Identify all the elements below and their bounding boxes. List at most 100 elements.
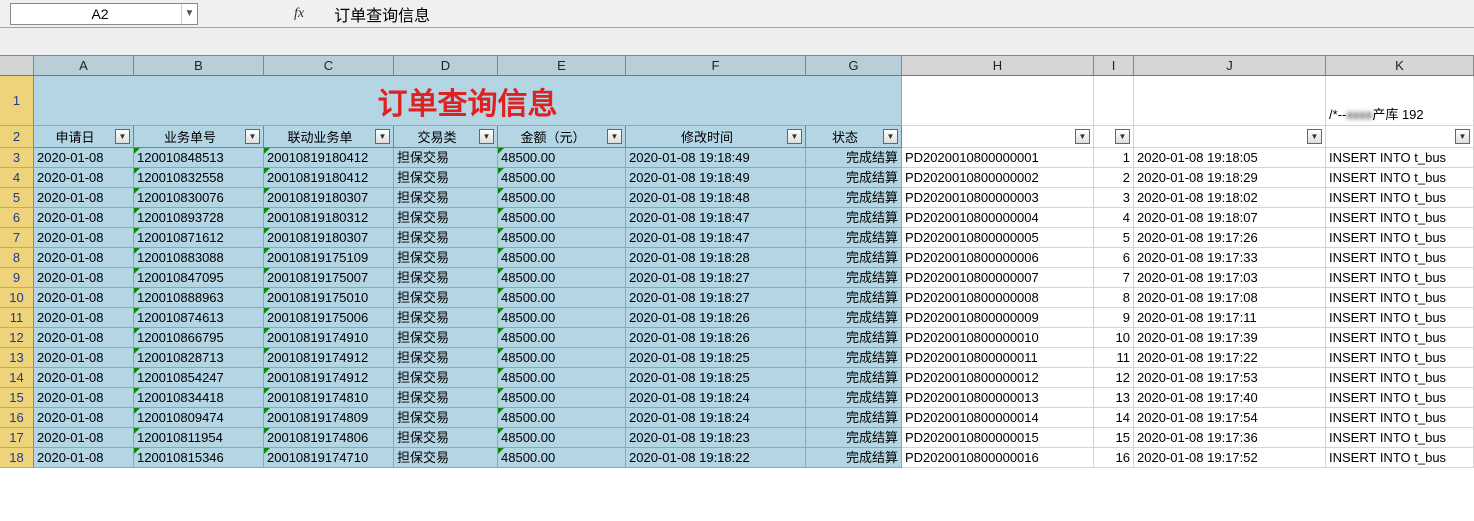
cell-status[interactable]: 完成结算 bbox=[806, 148, 902, 168]
cell-pd[interactable]: PD2020010800000004 bbox=[902, 208, 1094, 228]
cell-ts[interactable]: 2020-01-08 19:17:33 bbox=[1134, 248, 1326, 268]
cell-amount[interactable]: 48500.00 bbox=[498, 388, 626, 408]
cell-sql[interactable]: INSERT INTO t_bus bbox=[1326, 368, 1474, 388]
cell-date[interactable]: 2020-01-08 bbox=[34, 348, 134, 368]
cell-pd[interactable]: PD2020010800000007 bbox=[902, 268, 1094, 288]
cell-seq[interactable]: 15 bbox=[1094, 428, 1134, 448]
cell-amount[interactable]: 48500.00 bbox=[498, 208, 626, 228]
cell-date[interactable]: 2020-01-08 bbox=[34, 428, 134, 448]
row-header[interactable]: 3 bbox=[0, 148, 34, 168]
cell-sql[interactable]: INSERT INTO t_bus bbox=[1326, 408, 1474, 428]
cell-status[interactable]: 完成结算 bbox=[806, 368, 902, 388]
cell-order-no[interactable]: 120010815346 bbox=[134, 448, 264, 468]
cell-pd[interactable]: PD2020010800000014 bbox=[902, 408, 1094, 428]
cell-ts[interactable]: 2020-01-08 19:17:53 bbox=[1134, 368, 1326, 388]
cell-status[interactable]: 完成结算 bbox=[806, 388, 902, 408]
cell-date[interactable]: 2020-01-08 bbox=[34, 308, 134, 328]
name-box[interactable]: A2 bbox=[11, 4, 181, 24]
name-box-wrap[interactable]: A2 ▼ bbox=[10, 3, 198, 25]
cell-order-no[interactable]: 120010883088 bbox=[134, 248, 264, 268]
cell-date[interactable]: 2020-01-08 bbox=[34, 148, 134, 168]
merged-title-cell[interactable]: 订单查询信息 bbox=[34, 76, 902, 126]
row-header[interactable]: 6 bbox=[0, 208, 34, 228]
cell-tx-type[interactable]: 担保交易 bbox=[394, 248, 498, 268]
cell-ts[interactable]: 2020-01-08 19:17:40 bbox=[1134, 388, 1326, 408]
cell-seq[interactable]: 9 bbox=[1094, 308, 1134, 328]
spreadsheet-grid[interactable]: A B C D E F G H I J K 1 订单查询信息 /*--xxxx产… bbox=[0, 56, 1474, 468]
cell-status[interactable]: 完成结算 bbox=[806, 248, 902, 268]
cell-mod-time[interactable]: 2020-01-08 19:18:27 bbox=[626, 288, 806, 308]
cell-mod-time[interactable]: 2020-01-08 19:18:24 bbox=[626, 388, 806, 408]
row-header[interactable]: 4 bbox=[0, 168, 34, 188]
cell-I1[interactable] bbox=[1094, 76, 1134, 126]
cell-mod-time[interactable]: 2020-01-08 19:18:25 bbox=[626, 368, 806, 388]
cell-mod-time[interactable]: 2020-01-08 19:18:48 bbox=[626, 188, 806, 208]
cell-seq[interactable]: 8 bbox=[1094, 288, 1134, 308]
cell-status[interactable]: 完成结算 bbox=[806, 328, 902, 348]
cell-sql[interactable]: INSERT INTO t_bus bbox=[1326, 348, 1474, 368]
row-header-1[interactable]: 1 bbox=[0, 76, 34, 126]
cell-status[interactable]: 完成结算 bbox=[806, 228, 902, 248]
cell-order-no[interactable]: 120010893728 bbox=[134, 208, 264, 228]
row-header[interactable]: 15 bbox=[0, 388, 34, 408]
cell-status[interactable]: 完成结算 bbox=[806, 348, 902, 368]
cell-seq[interactable]: 13 bbox=[1094, 388, 1134, 408]
cell-mod-time[interactable]: 2020-01-08 19:18:49 bbox=[626, 148, 806, 168]
cell-link-no[interactable]: 20010819174806 bbox=[264, 428, 394, 448]
cell-ts[interactable]: 2020-01-08 19:17:08 bbox=[1134, 288, 1326, 308]
cell-date[interactable]: 2020-01-08 bbox=[34, 168, 134, 188]
cell-sql[interactable]: INSERT INTO t_bus bbox=[1326, 148, 1474, 168]
cell-tx-type[interactable]: 担保交易 bbox=[394, 228, 498, 248]
cell-tx-type[interactable]: 担保交易 bbox=[394, 448, 498, 468]
cell-tx-type[interactable]: 担保交易 bbox=[394, 348, 498, 368]
cell-tx-type[interactable]: 担保交易 bbox=[394, 188, 498, 208]
cell-link-no[interactable]: 20010819175007 bbox=[264, 268, 394, 288]
col-header-D[interactable]: D bbox=[394, 56, 498, 75]
cell-pd[interactable]: PD2020010800000013 bbox=[902, 388, 1094, 408]
filter-icon[interactable]: ▼ bbox=[1115, 129, 1130, 144]
cell-order-no[interactable]: 120010832558 bbox=[134, 168, 264, 188]
row-header[interactable]: 14 bbox=[0, 368, 34, 388]
cell-tx-type[interactable]: 担保交易 bbox=[394, 408, 498, 428]
cell-order-no[interactable]: 120010854247 bbox=[134, 368, 264, 388]
cell-status[interactable]: 完成结算 bbox=[806, 168, 902, 188]
cell-seq[interactable]: 1 bbox=[1094, 148, 1134, 168]
col-header-K[interactable]: K bbox=[1326, 56, 1474, 75]
cell-link-no[interactable]: 20010819175010 bbox=[264, 288, 394, 308]
cell-amount[interactable]: 48500.00 bbox=[498, 268, 626, 288]
cell-tx-type[interactable]: 担保交易 bbox=[394, 368, 498, 388]
filter-icon[interactable]: ▼ bbox=[1075, 129, 1090, 144]
cell-date[interactable]: 2020-01-08 bbox=[34, 228, 134, 248]
cell-seq[interactable]: 7 bbox=[1094, 268, 1134, 288]
cell-sql[interactable]: INSERT INTO t_bus bbox=[1326, 448, 1474, 468]
cell-date[interactable]: 2020-01-08 bbox=[34, 288, 134, 308]
cell-date[interactable]: 2020-01-08 bbox=[34, 328, 134, 348]
cell-seq[interactable]: 2 bbox=[1094, 168, 1134, 188]
row-header[interactable]: 8 bbox=[0, 248, 34, 268]
filter-header-K[interactable]: ▼ bbox=[1326, 126, 1474, 148]
cell-ts[interactable]: 2020-01-08 19:18:02 bbox=[1134, 188, 1326, 208]
cell-pd[interactable]: PD2020010800000011 bbox=[902, 348, 1094, 368]
cell-date[interactable]: 2020-01-08 bbox=[34, 408, 134, 428]
cell-mod-time[interactable]: 2020-01-08 19:18:26 bbox=[626, 308, 806, 328]
cell-link-no[interactable]: 20010819174809 bbox=[264, 408, 394, 428]
cell-order-no[interactable]: 120010809474 bbox=[134, 408, 264, 428]
cell-link-no[interactable]: 20010819180307 bbox=[264, 188, 394, 208]
cell-amount[interactable]: 48500.00 bbox=[498, 228, 626, 248]
cell-mod-time[interactable]: 2020-01-08 19:18:47 bbox=[626, 228, 806, 248]
cell-link-no[interactable]: 20010819174710 bbox=[264, 448, 394, 468]
cell-amount[interactable]: 48500.00 bbox=[498, 328, 626, 348]
cell-order-no[interactable]: 120010888963 bbox=[134, 288, 264, 308]
filter-icon[interactable]: ▼ bbox=[375, 129, 390, 144]
row-header[interactable]: 17 bbox=[0, 428, 34, 448]
cell-sql[interactable]: INSERT INTO t_bus bbox=[1326, 168, 1474, 188]
cell-ts[interactable]: 2020-01-08 19:17:54 bbox=[1134, 408, 1326, 428]
cell-tx-type[interactable]: 担保交易 bbox=[394, 208, 498, 228]
cell-seq[interactable]: 3 bbox=[1094, 188, 1134, 208]
cell-seq[interactable]: 6 bbox=[1094, 248, 1134, 268]
cell-date[interactable]: 2020-01-08 bbox=[34, 268, 134, 288]
cell-ts[interactable]: 2020-01-08 19:17:03 bbox=[1134, 268, 1326, 288]
cell-sql[interactable]: INSERT INTO t_bus bbox=[1326, 208, 1474, 228]
cell-tx-type[interactable]: 担保交易 bbox=[394, 388, 498, 408]
cell-amount[interactable]: 48500.00 bbox=[498, 368, 626, 388]
